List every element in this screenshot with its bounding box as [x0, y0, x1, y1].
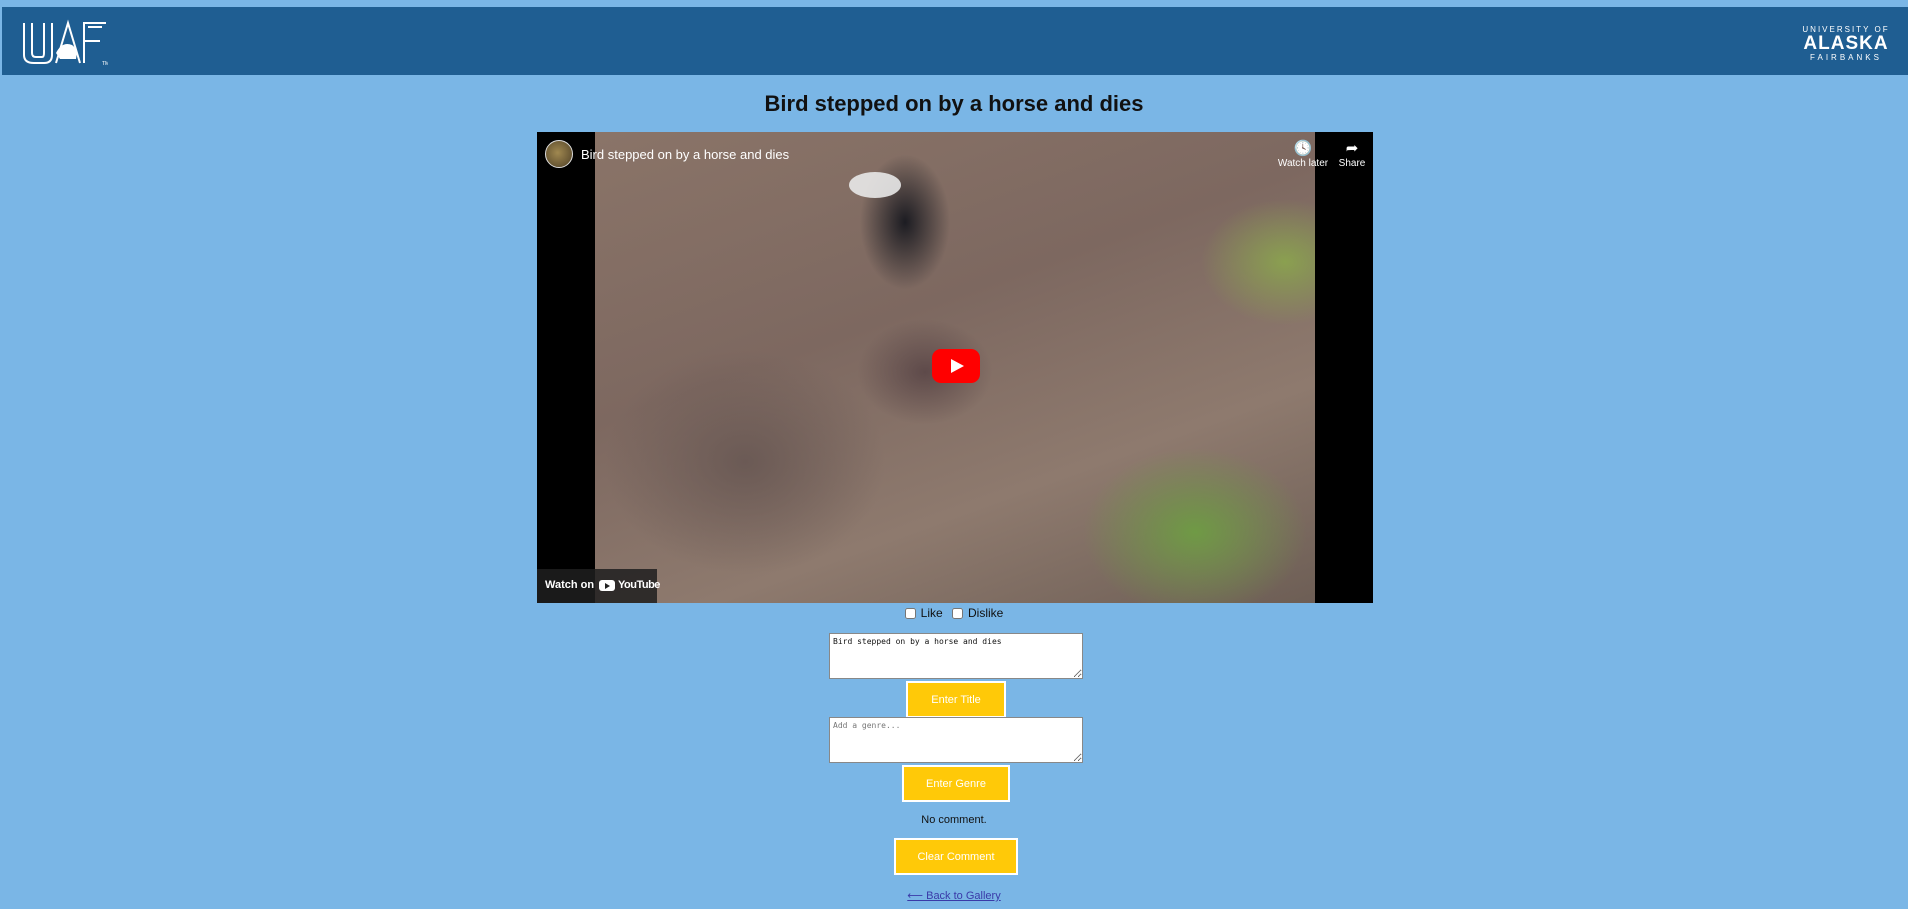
play-button-icon[interactable]	[932, 349, 980, 383]
back-nav: ⟵ Back to Gallery	[0, 889, 1908, 902]
like-checkbox[interactable]	[904, 607, 916, 619]
watch-on-label: Watch on	[545, 579, 595, 591]
share-button[interactable]: ➦ Share	[1326, 140, 1373, 169]
share-label: Share	[1338, 158, 1366, 169]
svg-text:TM: TM	[102, 61, 108, 67]
back-to-gallery-link[interactable]: ⟵ Back to Gallery	[907, 890, 1000, 902]
watch-later-label: Watch later	[1277, 158, 1329, 169]
page-title: Bird stepped on by a horse and dies	[764, 91, 1144, 116]
like-label: Like	[920, 606, 943, 620]
uaf-logo[interactable]: TM	[22, 19, 108, 67]
reaction-checkboxes: Like Dislike	[0, 606, 1908, 622]
logo-line-3: FAIRBANKS	[1810, 53, 1882, 62]
clear-comment-button[interactable]: Clear Comment	[894, 838, 1018, 875]
university-of-alaska-fairbanks-logo[interactable]: UNIVERSITY OF ALASKA FAIRBANKS	[1800, 25, 1892, 65]
watch-later-button[interactable]: 🕓 Watch later	[1277, 140, 1329, 169]
youtube-wordmark: YouTube	[618, 579, 660, 591]
share-arrow-icon: ➦	[1345, 140, 1359, 157]
title-textarea[interactable]: Bird stepped on by a horse and dies	[829, 633, 1083, 679]
comment-status: No comment.	[921, 814, 987, 826]
logo-line-2: ALASKA	[1803, 33, 1889, 54]
channel-avatar[interactable]	[545, 140, 573, 168]
enter-genre-button[interactable]: Enter Genre	[902, 765, 1010, 802]
clock-icon: 🕓	[1293, 140, 1313, 157]
enter-title-button[interactable]: Enter Title	[906, 681, 1006, 718]
genre-textarea[interactable]	[829, 717, 1083, 763]
bird-image-detail	[849, 172, 901, 198]
dislike-label: Dislike	[968, 606, 1004, 620]
site-header: TM UNIVERSITY OF ALASKA FAIRBANKS	[2, 7, 1908, 75]
youtube-logo-icon	[599, 580, 615, 591]
dislike-checkbox[interactable]	[952, 607, 963, 619]
watch-on-youtube-button[interactable]: Watch on YouTube	[537, 569, 660, 603]
like-option[interactable]: Like	[904, 606, 943, 620]
youtube-video-embed[interactable]: Bird stepped on by a horse and dies 🕓 Wa…	[537, 132, 1373, 603]
video-title-link[interactable]: Bird stepped on by a horse and dies	[581, 147, 789, 162]
dislike-option[interactable]: Dislike	[952, 606, 1003, 620]
